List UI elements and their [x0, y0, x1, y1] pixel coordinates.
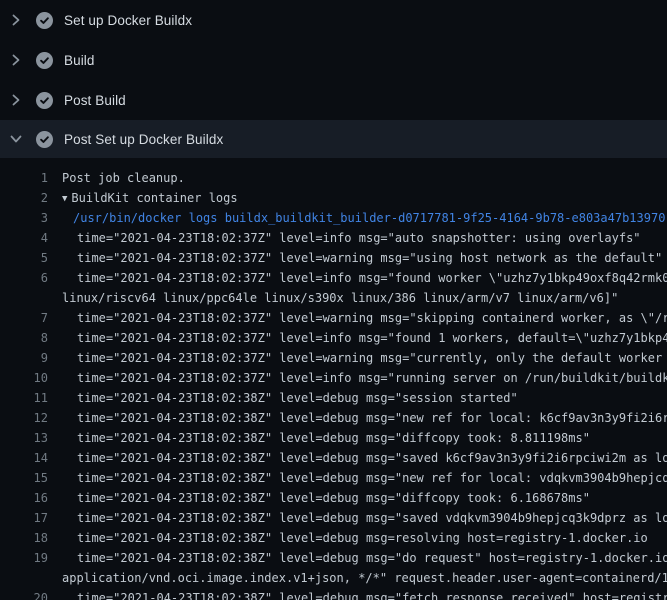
step-label: Post Build [64, 93, 126, 108]
chevron-right-icon[interactable] [8, 52, 24, 68]
line-number [0, 288, 48, 308]
line-number[interactable]: 13 [0, 428, 48, 448]
log-row: 14 time="2021-04-23T18:02:38Z" level=debu… [0, 448, 667, 468]
line-number[interactable]: 10 [0, 368, 48, 388]
log-line-text: time="2021-04-23T18:02:38Z" level=debug … [62, 468, 667, 488]
chevron-right-icon[interactable] [8, 12, 24, 28]
log-line-text: time="2021-04-23T18:02:37Z" level=warnin… [62, 308, 667, 328]
log-group-line: ▼ BuildKit container logs [62, 188, 667, 208]
line-number[interactable]: 18 [0, 528, 48, 548]
line-number [0, 568, 48, 588]
log-row: 9 time="2021-04-23T18:02:37Z" level=warni… [0, 348, 667, 368]
log-line-text: time="2021-04-23T18:02:38Z" level=debug … [62, 488, 667, 508]
line-number[interactable]: 3 [0, 208, 48, 228]
log-line-text: time="2021-04-23T18:02:37Z" level=warnin… [62, 348, 667, 368]
log-row: 1 Post job cleanup. [0, 168, 667, 188]
log-line-text: time="2021-04-23T18:02:38Z" level=debug … [62, 428, 667, 448]
chevron-down-icon[interactable] [8, 131, 24, 147]
chevron-right-icon[interactable] [8, 92, 24, 108]
line-number[interactable]: 1 [0, 168, 48, 188]
step-label: Set up Docker Buildx [64, 13, 192, 28]
log-row: 5 time="2021-04-23T18:02:37Z" level=warni… [0, 248, 667, 268]
line-number[interactable]: 15 [0, 468, 48, 488]
step-row-post-build[interactable]: Post Build [0, 80, 667, 120]
log-row: 12 time="2021-04-23T18:02:38Z" level=debu… [0, 408, 667, 428]
log-line-text: time="2021-04-23T18:02:37Z" level=info m… [62, 268, 667, 288]
log-line-text: time="2021-04-23T18:02:38Z" level=debug … [62, 408, 667, 428]
line-number[interactable]: 6 [0, 268, 48, 288]
line-number[interactable]: 14 [0, 448, 48, 468]
check-circle-icon [36, 131, 53, 148]
line-number[interactable]: 7 [0, 308, 48, 328]
step-row-set-up-docker-buildx[interactable]: Set up Docker Buildx [0, 0, 667, 40]
log-row: 11 time="2021-04-23T18:02:38Z" level=debu… [0, 388, 667, 408]
log-line-text: time="2021-04-23T18:02:37Z" level=info m… [62, 328, 667, 348]
line-number[interactable]: 9 [0, 348, 48, 368]
steps-list: Set up Docker Buildx Build Post Build Post … [0, 0, 667, 158]
log-row: 19 time="2021-04-23T18:02:38Z" level=debu… [0, 548, 667, 568]
triangle-down-icon[interactable]: ▼ [62, 189, 67, 208]
line-number[interactable]: 12 [0, 408, 48, 428]
log-line-text: time="2021-04-23T18:02:38Z" level=debug … [62, 388, 667, 408]
step-row-post-set-up-docker-buildx[interactable]: Post Set up Docker Buildx [0, 120, 667, 158]
line-number[interactable]: 11 [0, 388, 48, 408]
step-label: Post Set up Docker Buildx [64, 132, 223, 147]
log-row: 8 time="2021-04-23T18:02:37Z" level=info … [0, 328, 667, 348]
log-line-text: application/vnd.oci.image.index.v1+json,… [62, 568, 667, 588]
log-row: 3/usr/bin/docker logs buildx_buildkit_bu… [0, 208, 667, 228]
line-number[interactable]: 17 [0, 508, 48, 528]
log-row: 20 time="2021-04-23T18:02:38Z" level=debu… [0, 588, 667, 600]
log-line-text: time="2021-04-23T18:02:38Z" level=debug … [62, 548, 667, 568]
line-number[interactable]: 20 [0, 588, 48, 600]
log-row: 16 time="2021-04-23T18:02:38Z" level=debu… [0, 488, 667, 508]
log-row: 6 time="2021-04-23T18:02:37Z" level=info … [0, 268, 667, 288]
log-line-text: time="2021-04-23T18:02:37Z" level=warnin… [62, 248, 667, 268]
log-row: application/vnd.oci.image.index.v1+json,… [0, 568, 667, 588]
log-line-text: time="2021-04-23T18:02:37Z" level=info m… [62, 228, 667, 248]
line-number[interactable]: 19 [0, 548, 48, 568]
log-row: 7 time="2021-04-23T18:02:37Z" level=warni… [0, 308, 667, 328]
log-row: 15 time="2021-04-23T18:02:38Z" level=debu… [0, 468, 667, 488]
log-line-text: time="2021-04-23T18:02:38Z" level=debug … [62, 588, 667, 600]
line-number[interactable]: 2 [0, 188, 48, 208]
log-view: 1 Post job cleanup. 2 ▼ BuildKit container l… [0, 158, 667, 600]
log-row: 2 ▼ BuildKit container logs [0, 188, 667, 208]
log-row: 17 time="2021-04-23T18:02:38Z" level=debu… [0, 508, 667, 528]
log-row: 10 time="2021-04-23T18:02:37Z" level=info… [0, 368, 667, 388]
group-title: BuildKit container logs [71, 191, 237, 205]
log-line-text: time="2021-04-23T18:02:38Z" level=debug … [62, 448, 667, 468]
log-line-text: Post job cleanup. [62, 168, 667, 188]
step-row-build[interactable]: Build [0, 40, 667, 80]
log-line-text: time="2021-04-23T18:02:37Z" level=info m… [62, 368, 667, 388]
check-circle-icon [36, 12, 53, 29]
log-line-text: linux/riscv64 linux/ppc64le linux/s390x … [62, 288, 667, 308]
check-circle-icon [36, 92, 53, 109]
step-label: Build [64, 53, 95, 68]
line-number[interactable]: 8 [0, 328, 48, 348]
log-line-text: time="2021-04-23T18:02:38Z" level=debug … [62, 508, 667, 528]
line-number[interactable]: 16 [0, 488, 48, 508]
line-number[interactable]: 4 [0, 228, 48, 248]
log-row: linux/riscv64 linux/ppc64le linux/s390x … [0, 288, 667, 308]
log-command-text: /usr/bin/docker logs buildx_buildkit_bui… [62, 208, 667, 228]
check-circle-icon [36, 52, 53, 69]
log-row: 4 time="2021-04-23T18:02:37Z" level=info … [0, 228, 667, 248]
log-row: 13 time="2021-04-23T18:02:38Z" level=debu… [0, 428, 667, 448]
log-row: 18 time="2021-04-23T18:02:38Z" level=debu… [0, 528, 667, 548]
log-line-text: time="2021-04-23T18:02:38Z" level=debug … [62, 528, 667, 548]
line-number[interactable]: 5 [0, 248, 48, 268]
